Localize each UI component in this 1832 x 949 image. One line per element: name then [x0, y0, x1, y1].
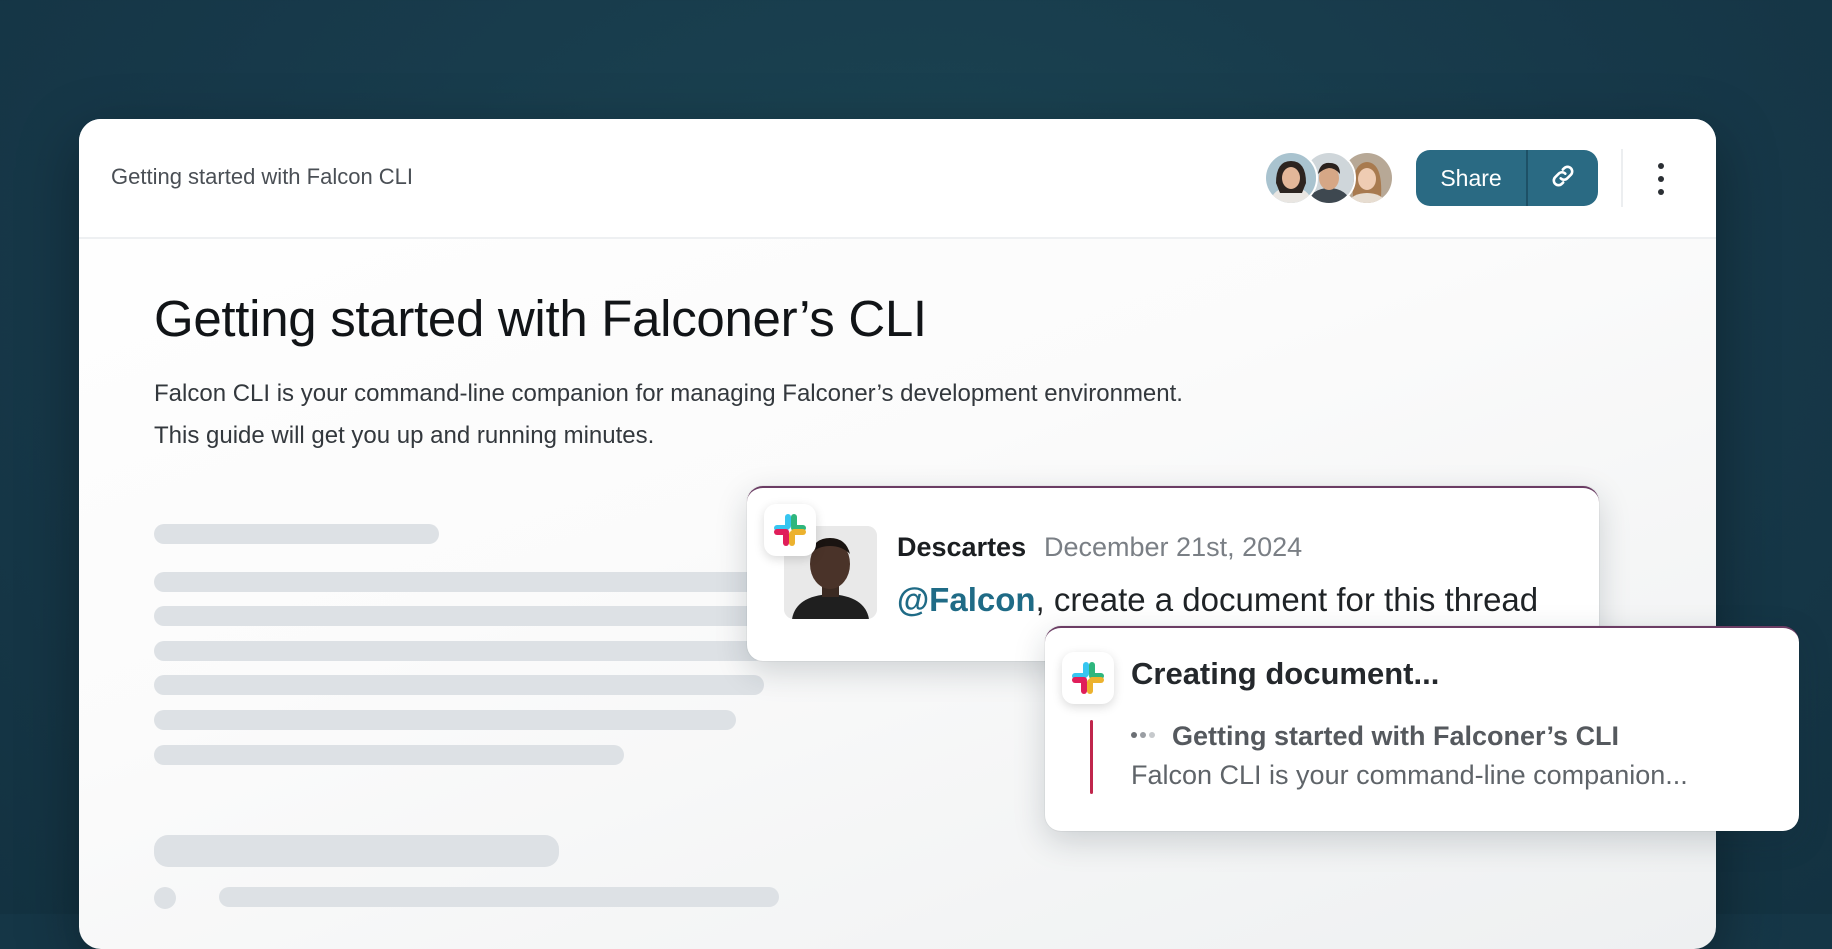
skeleton-line: [154, 745, 624, 765]
skeleton-line: [154, 606, 764, 626]
skeleton-line: [154, 641, 764, 661]
intro-line: Falcon CLI is your command-line companio…: [154, 380, 1183, 407]
skeleton-heading: [154, 835, 559, 867]
slack-logo-icon: [1062, 652, 1114, 704]
link-icon: [1549, 162, 1577, 195]
skeleton-bullet: [154, 887, 176, 909]
document-tab-title[interactable]: Getting started with Falcon CLI: [111, 164, 413, 190]
loading-dots-icon: [1131, 732, 1155, 738]
collaborator-avatars[interactable]: [1264, 151, 1394, 205]
creating-document-card[interactable]: Creating document... Getting started wit…: [1045, 626, 1799, 831]
skeleton-line: [154, 710, 736, 730]
preview-doc-excerpt: Falcon CLI is your command-line companio…: [1131, 760, 1688, 790]
skeleton-line: [219, 887, 779, 907]
slack-logo-icon: [764, 504, 816, 556]
more-dot: [1658, 189, 1664, 195]
toolbar-divider: [1621, 149, 1623, 207]
share-button-group: Share: [1416, 150, 1598, 206]
share-button[interactable]: Share: [1416, 150, 1528, 206]
preview-doc-title[interactable]: Getting started with Falconer’s CLI: [1172, 721, 1619, 752]
skeleton-line: [154, 675, 764, 695]
message-body: , create a document for this thread: [1035, 581, 1539, 618]
top-bar: Getting started with Falcon CLI Share: [79, 119, 1716, 239]
more-dot: [1658, 176, 1664, 182]
skeleton-line: [154, 524, 439, 544]
quote-bar: [1090, 720, 1093, 794]
more-vertical-icon: [1658, 163, 1664, 169]
creating-status: Creating document...: [1131, 656, 1440, 691]
copy-link-button[interactable]: [1528, 150, 1598, 206]
skeleton-line: [154, 572, 764, 592]
more-options-button[interactable]: [1649, 159, 1673, 199]
avatar[interactable]: [1264, 151, 1318, 205]
document-intro: Falcon CLI is your command-line companio…: [154, 373, 1183, 457]
mention-link[interactable]: @Falcon: [897, 581, 1036, 618]
page-title: Getting started with Falconer’s CLI: [154, 290, 927, 347]
intro-line: This guide will get you up and running m…: [154, 422, 655, 449]
message-date: December 21st, 2024: [1044, 532, 1303, 562]
message-text: @Falcon, create a document for this thre…: [897, 581, 1538, 619]
message-author: Descartes: [897, 532, 1027, 562]
